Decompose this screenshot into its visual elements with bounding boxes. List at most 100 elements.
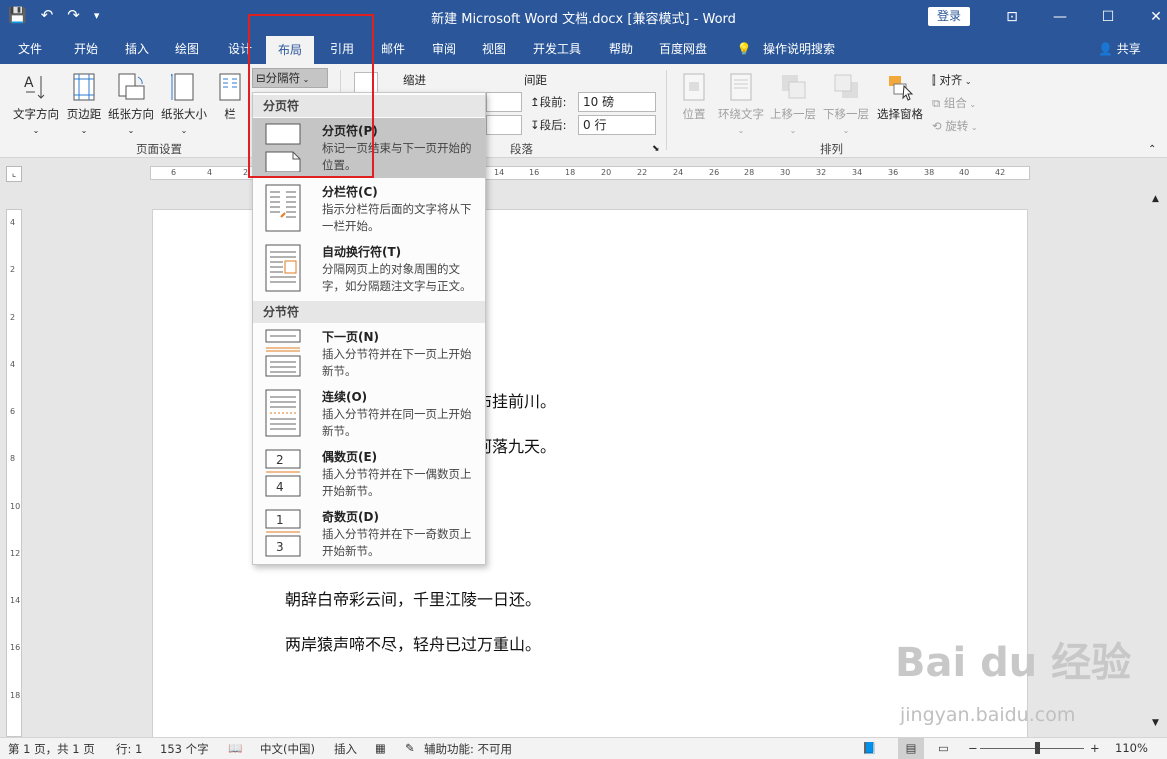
space-before-input[interactable]: 10 磅 bbox=[578, 92, 656, 112]
document-line[interactable]: 布挂前川。 bbox=[476, 388, 556, 412]
tab-baidu-netdisk[interactable]: 百度网盘 bbox=[653, 34, 713, 64]
page-size-icon bbox=[171, 73, 194, 101]
minimize-icon[interactable]: — bbox=[1036, 0, 1084, 34]
insert-mode[interactable]: 插入 bbox=[334, 741, 357, 757]
close-icon[interactable]: ✕ bbox=[1132, 0, 1167, 34]
redo-icon[interactable]: ↷ bbox=[67, 6, 80, 24]
columns-button[interactable]: 栏 bbox=[218, 72, 242, 122]
tab-developer[interactable]: 开发工具 bbox=[527, 34, 587, 64]
lightbulb-icon: 💡 bbox=[736, 42, 752, 56]
rotate-button[interactable]: ⟲ 旋转 ⌄ bbox=[932, 118, 978, 134]
page-count[interactable]: 第 1 页，共 1 页 bbox=[8, 741, 95, 757]
indent-label: 缩进 bbox=[403, 73, 426, 87]
vertical-scrollbar[interactable]: ▲ ▼ bbox=[1148, 188, 1167, 737]
bring-forward-button[interactable]: 上移一层 ⌄ bbox=[768, 72, 818, 136]
menu-item-text-wrapping-break[interactable]: 自动换行符(T) 分隔网页上的对象周围的文字，如分隔题注文字与正文。 bbox=[253, 239, 485, 299]
scroll-down-icon[interactable]: ▼ bbox=[1152, 718, 1159, 728]
tell-me-search[interactable]: 操作说明搜索 bbox=[758, 34, 840, 64]
ruler-tick-label: 42 bbox=[995, 168, 1006, 177]
customize-qat-icon[interactable]: ▾ bbox=[94, 9, 100, 22]
language[interactable]: 中文(中国) bbox=[260, 741, 315, 757]
group-icon: ⧉ bbox=[932, 96, 941, 110]
selection-pane-icon bbox=[889, 76, 914, 101]
zoom-in-icon[interactable]: + bbox=[1090, 741, 1100, 755]
share-label: 共享 bbox=[1116, 42, 1141, 56]
vertical-ruler-ticks: 4 2 2 4 6 8 10 12 14 16 18 bbox=[7, 210, 21, 736]
watermark-url: jingyan.baidu.com bbox=[900, 704, 1076, 726]
status-bar: 第 1 页，共 1 页 行: 1 153 个字 📖 中文(中国) 插入 ▦ ✎ … bbox=[0, 737, 1167, 759]
indent-left-input[interactable] bbox=[486, 92, 522, 112]
zoom-level[interactable]: 110% bbox=[1115, 741, 1148, 755]
ruler-tick-label: 40 bbox=[959, 168, 970, 177]
svg-text:A: A bbox=[24, 75, 34, 91]
space-before-icon: ↥ bbox=[530, 95, 540, 109]
annotation-highlight-box bbox=[248, 14, 374, 178]
even-page-icon: 24 bbox=[265, 449, 301, 497]
ruler-tick-label: 22 bbox=[637, 168, 648, 177]
vertical-ruler[interactable]: 4 2 2 4 6 8 10 12 14 16 18 bbox=[6, 209, 22, 737]
macro-icon[interactable]: ▦ bbox=[375, 741, 386, 755]
accessibility-status[interactable]: 辅助功能: 不可用 bbox=[424, 741, 512, 757]
tab-file[interactable]: 文件 bbox=[10, 34, 50, 64]
tab-mailings[interactable]: 邮件 bbox=[372, 34, 414, 64]
ruler-tick-label: 4 bbox=[207, 168, 213, 177]
undo-icon[interactable]: ↶ bbox=[41, 6, 54, 24]
indent-right-input[interactable] bbox=[486, 115, 522, 135]
ribbon-layout: A 文字方向 ⌄ 页边距 ⌄ 纸张方向 ⌄ 纸张大小 ⌄ 栏 ⊟分隔符 ⌄ 页面设置 缩… bbox=[0, 64, 1167, 158]
align-button[interactable]: ⫿ 对齐 ⌄ bbox=[932, 72, 972, 88]
scroll-up-icon[interactable]: ▲ bbox=[1152, 194, 1159, 204]
rotate-icon: ⟲ bbox=[932, 119, 942, 133]
ruler-tick-label: 2 bbox=[10, 265, 16, 274]
selection-pane-button[interactable]: 选择窗格 bbox=[874, 72, 926, 122]
document-line[interactable]: 两岸猿声啼不尽，轻舟已过万重山。 bbox=[285, 631, 541, 655]
menu-item-continuous[interactable]: 连续(O) 插入分节符并在同一页上开始新节。 bbox=[253, 384, 485, 444]
svg-text:4: 4 bbox=[276, 480, 284, 494]
save-icon[interactable]: 💾 bbox=[8, 6, 27, 24]
size-button[interactable]: 纸张大小 ⌄ bbox=[158, 72, 210, 136]
tab-review[interactable]: 审阅 bbox=[423, 34, 465, 64]
tab-home[interactable]: 开始 bbox=[64, 34, 108, 64]
login-button[interactable]: 登录 bbox=[928, 7, 970, 26]
share-button[interactable]: 👤 共享 bbox=[1098, 34, 1141, 64]
read-mode-icon[interactable]: 📘 bbox=[862, 741, 876, 755]
zoom-out-icon[interactable]: − bbox=[968, 741, 978, 755]
proofing-icon[interactable]: 📖 bbox=[228, 741, 242, 755]
dropdown-arrow-icon: ⌄ bbox=[968, 123, 978, 132]
ruler-tick-label: 6 bbox=[171, 168, 177, 177]
bring-forward-icon bbox=[782, 75, 806, 99]
tab-view[interactable]: 视图 bbox=[473, 34, 515, 64]
tab-draw[interactable]: 绘图 bbox=[166, 34, 208, 64]
web-layout-icon[interactable]: ▭ bbox=[938, 741, 949, 755]
group-button[interactable]: ⧉ 组合 ⌄ bbox=[932, 95, 976, 111]
menu-item-odd-page[interactable]: 13 奇数页(D) 插入分节符并在下一奇数页上开始新节。 bbox=[253, 504, 485, 564]
menu-item-even-page[interactable]: 24 偶数页(E) 插入分节符并在下一偶数页上开始新节。 bbox=[253, 444, 485, 504]
send-backward-button[interactable]: 下移一层 ⌄ bbox=[821, 72, 871, 136]
position-button[interactable]: 位置 bbox=[676, 72, 712, 122]
window-controls: ⊡ — ☐ ✕ bbox=[988, 0, 1167, 34]
word-count[interactable]: 153 个字 bbox=[160, 741, 209, 757]
ribbon-display-icon[interactable]: ⊡ bbox=[988, 0, 1036, 34]
zoom-slider-thumb[interactable] bbox=[1035, 742, 1040, 754]
print-layout-icon[interactable]: ▤ bbox=[898, 738, 924, 759]
collapse-ribbon-icon[interactable]: ⌃ bbox=[1148, 144, 1156, 155]
tab-insert[interactable]: 插入 bbox=[116, 34, 158, 64]
svg-text:3: 3 bbox=[276, 540, 284, 554]
quick-access-toolbar: 💾 ↶ ↷ ▾ bbox=[8, 6, 99, 24]
tab-selector[interactable]: ⌞ bbox=[6, 166, 22, 182]
tab-help[interactable]: 帮助 bbox=[600, 34, 642, 64]
ribbon-tabs: 文件 开始 插入 绘图 设计 布局 引用 邮件 审阅 视图 开发工具 帮助 百度… bbox=[0, 34, 1167, 64]
text-direction-button[interactable]: A 文字方向 ⌄ bbox=[8, 72, 64, 136]
orientation-button[interactable]: 纸张方向 ⌄ bbox=[105, 72, 157, 136]
space-after-input[interactable]: 0 行 bbox=[578, 115, 656, 135]
document-line[interactable]: 朝辞白帝彩云间，千里江陵一日还。 bbox=[285, 586, 541, 610]
dropdown-arrow-icon: ⌄ bbox=[962, 77, 972, 86]
menu-item-next-page[interactable]: 下一页(N) 插入分节符并在下一页上开始新节。 bbox=[253, 324, 485, 384]
line-number[interactable]: 行: 1 bbox=[116, 741, 142, 757]
document-line[interactable]: 河落九天。 bbox=[476, 433, 556, 457]
dialog-launcher-icon[interactable]: ⬊ bbox=[652, 144, 660, 154]
maximize-icon[interactable]: ☐ bbox=[1084, 0, 1132, 34]
menu-item-column-break[interactable]: 分栏符(C) 指示分栏符后面的文字将从下一栏开始。 bbox=[253, 179, 485, 239]
wrap-text-button[interactable]: 环绕文字 ⌄ bbox=[716, 72, 766, 136]
margins-button[interactable]: 页边距 ⌄ bbox=[64, 72, 104, 136]
zoom-slider-track[interactable] bbox=[980, 748, 1084, 749]
